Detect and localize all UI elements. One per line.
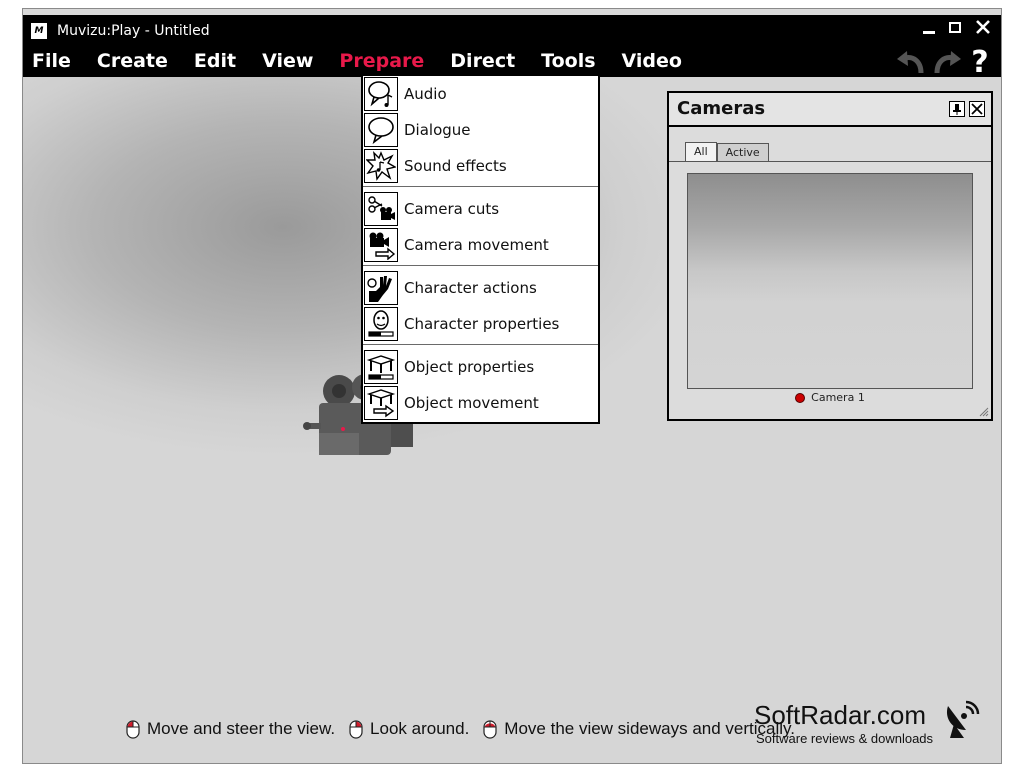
satellite-dish-icon xyxy=(946,700,980,738)
watermark-title: SoftRadar.com xyxy=(754,700,926,730)
tab-active[interactable]: Active xyxy=(716,143,769,162)
menu-item-object-properties[interactable]: Object properties xyxy=(363,350,598,384)
help-icon[interactable]: ? xyxy=(969,48,991,78)
menu-item-label: Camera movement xyxy=(404,236,549,254)
undo-icon[interactable] xyxy=(893,49,927,77)
menu-item-label: Object movement xyxy=(404,394,539,412)
menu-item-sound-effects[interactable]: Sound effects xyxy=(363,149,598,183)
redo-icon[interactable] xyxy=(931,49,965,77)
hint-look-around: Look around. xyxy=(349,719,469,739)
navigation-hints: Move and steer the view. Look around. Mo… xyxy=(126,719,809,739)
pin-button[interactable] xyxy=(949,101,965,117)
both-mouse-buttons-icon xyxy=(483,720,497,739)
hint-text: Look around. xyxy=(370,719,470,738)
tab-divider xyxy=(669,161,991,162)
menu-item-audio[interactable]: Audio xyxy=(363,77,598,111)
maximize-button[interactable] xyxy=(949,19,965,35)
menu-item-label: Character properties xyxy=(404,315,560,333)
close-icon xyxy=(971,103,983,115)
resize-grip-icon[interactable] xyxy=(977,405,989,417)
audio-speech-bubble-icon xyxy=(364,77,398,111)
close-button[interactable] xyxy=(975,19,991,35)
menu-item-label: Audio xyxy=(404,85,447,103)
camera-preview[interactable] xyxy=(687,173,973,389)
minimize-button[interactable] xyxy=(923,19,939,35)
camera-tabs: All Active xyxy=(685,142,769,162)
softradar-watermark: SoftRadar.com Software reviews & downloa… xyxy=(754,690,994,760)
menu-item-label: Camera cuts xyxy=(404,200,500,218)
title-bar: M Muvizu:Play - Untitled xyxy=(23,15,1001,47)
character-actions-hand-icon xyxy=(364,271,398,305)
menu-video[interactable]: Video xyxy=(613,47,691,77)
menu-file[interactable]: File xyxy=(23,47,80,77)
muvizu-logo-icon: M xyxy=(31,23,47,39)
menu-direct[interactable]: Direct xyxy=(441,47,524,77)
menu-item-camera-cuts[interactable]: Camera cuts xyxy=(363,192,598,226)
camera-status-dot xyxy=(795,392,806,403)
prepare-dropdown-menu: Audio Dialogue Sound effects Camera cuts xyxy=(361,76,600,424)
camera-selector[interactable]: Camera 1 xyxy=(669,391,991,404)
menu-item-label: Character actions xyxy=(404,279,537,297)
close-icon xyxy=(976,20,990,34)
menu-prepare[interactable]: Prepare xyxy=(330,47,433,77)
menu-edit[interactable]: Edit xyxy=(185,47,245,77)
menu-item-object-movement[interactable]: Object movement xyxy=(363,386,598,420)
menu-tools[interactable]: Tools xyxy=(532,47,604,77)
cameras-panel-header[interactable]: Cameras xyxy=(669,93,991,127)
menu-item-label: Object properties xyxy=(404,358,535,376)
dialogue-speech-bubble-icon xyxy=(364,113,398,147)
menu-separator xyxy=(363,265,598,266)
pin-icon xyxy=(953,104,961,115)
window-controls xyxy=(923,19,991,35)
hint-move-sideways: Move the view sideways and vertically. xyxy=(483,719,795,739)
minimize-icon xyxy=(923,31,935,34)
left-mouse-button-icon xyxy=(126,720,140,739)
cameras-panel: Cameras All Active Camera 1 xyxy=(667,91,993,421)
hint-move-steer: Move and steer the view. xyxy=(126,719,335,739)
app-window: M Muvizu:Play - Untitled File Create Edi… xyxy=(22,8,1002,764)
camera-name: Camera 1 xyxy=(811,391,865,404)
object-movement-table-icon xyxy=(364,386,398,420)
camera-movement-icon xyxy=(364,228,398,262)
panel-close-button[interactable] xyxy=(969,101,985,117)
right-mouse-button-icon xyxy=(349,720,363,739)
hint-text: Move the view sideways and vertically. xyxy=(504,719,795,738)
character-properties-face-icon xyxy=(364,307,398,341)
panel-title: Cameras xyxy=(677,98,766,119)
menu-create[interactable]: Create xyxy=(88,47,177,77)
camera-cuts-scissors-icon xyxy=(364,192,398,226)
tab-all[interactable]: All xyxy=(685,142,717,162)
menu-view[interactable]: View xyxy=(253,47,322,77)
menu-item-dialogue[interactable]: Dialogue xyxy=(363,113,598,147)
menu-item-character-actions[interactable]: Character actions xyxy=(363,271,598,305)
window-title: Muvizu:Play - Untitled xyxy=(57,23,210,39)
menu-right-tools: ? xyxy=(893,48,991,78)
menu-item-label: Dialogue xyxy=(404,121,471,139)
menu-bar: File Create Edit View Prepare Direct Too… xyxy=(23,47,1001,78)
menu-item-character-properties[interactable]: Character properties xyxy=(363,307,598,341)
menu-separator xyxy=(363,186,598,187)
menu-separator xyxy=(363,344,598,345)
object-properties-table-icon xyxy=(364,350,398,384)
menu-item-camera-movement[interactable]: Camera movement xyxy=(363,228,598,262)
maximize-icon xyxy=(949,22,961,33)
watermark-subtitle: Software reviews & downloads xyxy=(756,731,934,746)
hint-text: Move and steer the view. xyxy=(147,719,336,738)
sound-effects-burst-icon xyxy=(364,149,398,183)
menu-item-label: Sound effects xyxy=(404,157,507,175)
